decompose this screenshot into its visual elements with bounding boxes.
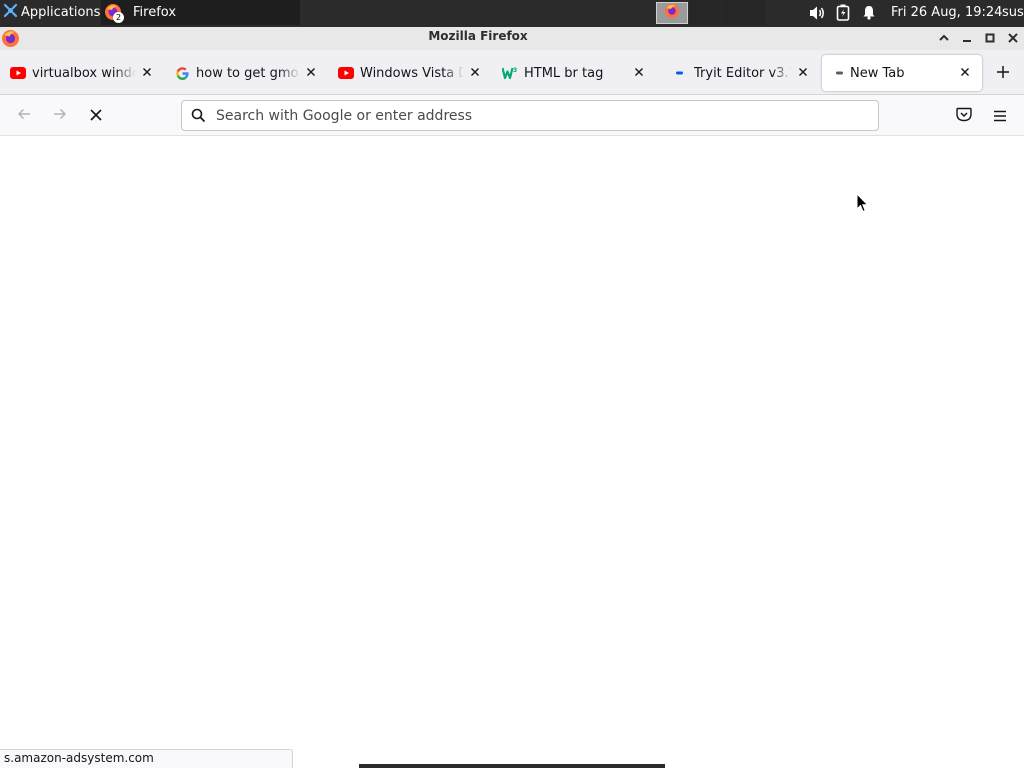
tab-close-button[interactable] — [958, 66, 972, 80]
forward-button[interactable] — [48, 104, 72, 128]
notification-bell-icon[interactable] — [856, 5, 882, 20]
applications-menu-icon — [3, 3, 18, 22]
close-icon — [798, 66, 808, 81]
tab-close-button[interactable] — [304, 66, 318, 80]
panel-user[interactable]: sus — [1002, 0, 1024, 25]
window-shade-button[interactable] — [936, 30, 952, 46]
navigation-toolbar: Search with Google or enter address — [0, 95, 1024, 136]
close-icon — [1007, 29, 1019, 48]
mouse-cursor-icon — [856, 192, 869, 217]
task-title: Firefox — [133, 5, 177, 20]
firefox-taskbar-icon: 2 — [104, 3, 124, 23]
page-content[interactable] — [0, 136, 1024, 768]
tab-google-search[interactable]: how to get gmod for — [170, 55, 322, 91]
bottom-panel-bar — [359, 764, 665, 768]
loading-dot-icon — [836, 65, 844, 81]
tab-close-button[interactable] — [632, 66, 646, 80]
tab-close-button[interactable] — [468, 66, 482, 80]
window-titlebar[interactable]: Mozilla Firefox — [0, 27, 1024, 50]
tab-label: Tryit Editor v3.7 — [694, 65, 792, 81]
workspace-2[interactable] — [722, 0, 766, 25]
tab-label: New Tab — [850, 65, 905, 81]
tab-windows-vista[interactable]: Windows Vista Disc — [334, 55, 486, 91]
task-count-badge: 2 — [113, 11, 124, 23]
firefox-task-button[interactable]: 2 Firefox — [101, 0, 300, 25]
volume-icon[interactable] — [804, 5, 830, 21]
pocket-icon — [956, 107, 972, 126]
w3schools-icon: 3 — [502, 65, 518, 81]
stop-icon — [89, 107, 103, 126]
hamburger-menu-icon — [993, 107, 1007, 126]
pocket-button[interactable] — [952, 104, 976, 128]
close-icon — [470, 66, 480, 81]
tab-new-tab[interactable]: New Tab — [822, 55, 982, 91]
forward-arrow-icon — [52, 106, 68, 126]
system-tray — [804, 0, 882, 25]
applications-menu-button[interactable]: Applications ⋮ — [0, 0, 114, 25]
workspace-1[interactable] — [689, 0, 721, 25]
tab-label: HTML br tag — [524, 65, 604, 81]
window-title: Mozilla Firefox — [428, 29, 528, 43]
youtube-icon — [338, 65, 354, 81]
plus-icon — [996, 64, 1010, 83]
firefox-launcher[interactable] — [656, 2, 688, 24]
battery-icon[interactable] — [830, 4, 856, 21]
close-icon — [142, 66, 152, 81]
close-icon — [634, 66, 644, 81]
url-bar[interactable]: Search with Google or enter address — [181, 100, 879, 131]
search-icon — [190, 108, 206, 124]
tab-close-button[interactable] — [140, 66, 154, 80]
tab-tryit-editor[interactable]: Tryit Editor v3.7 — [662, 55, 814, 91]
firefox-launcher-icon — [664, 3, 680, 23]
tab-label: how to get gmod for — [196, 65, 300, 81]
system-panel: Applications ⋮ 2 Firefox Fri 26 Aug, 19:… — [0, 0, 1024, 27]
svg-text:3: 3 — [513, 67, 517, 74]
back-arrow-icon — [16, 106, 32, 126]
loading-dot-icon — [672, 65, 688, 81]
url-input-placeholder[interactable]: Search with Google or enter address — [216, 108, 472, 124]
tab-html-br-tag[interactable]: 3 HTML br tag — [498, 55, 650, 91]
close-icon — [306, 66, 316, 81]
back-button[interactable] — [12, 104, 36, 128]
status-panel: s.amazon-adsystem.com — [0, 749, 293, 768]
tab-strip: virtualbox windows how to get gmod for W… — [0, 50, 1024, 95]
close-icon — [960, 66, 970, 81]
minimize-icon — [961, 29, 973, 48]
google-icon — [174, 65, 190, 81]
tab-label: virtualbox windows — [32, 65, 136, 81]
new-tab-button[interactable] — [992, 62, 1014, 84]
stop-loading-button[interactable] — [84, 104, 108, 128]
tab-virtualbox[interactable]: virtualbox windows — [6, 55, 158, 91]
window-maximize-button[interactable] — [982, 30, 998, 46]
tab-close-button[interactable] — [796, 66, 810, 80]
applications-label: Applications — [21, 5, 101, 20]
panel-clock[interactable]: Fri 26 Aug, 19:24 — [891, 0, 1002, 25]
window-minimize-button[interactable] — [959, 30, 975, 46]
maximize-icon — [984, 29, 996, 48]
minimize-up-icon — [938, 29, 950, 48]
window-close-button[interactable] — [1005, 30, 1021, 46]
tab-label: Windows Vista Disc — [360, 65, 464, 81]
app-menu-button[interactable] — [988, 104, 1012, 128]
youtube-icon — [10, 65, 26, 81]
